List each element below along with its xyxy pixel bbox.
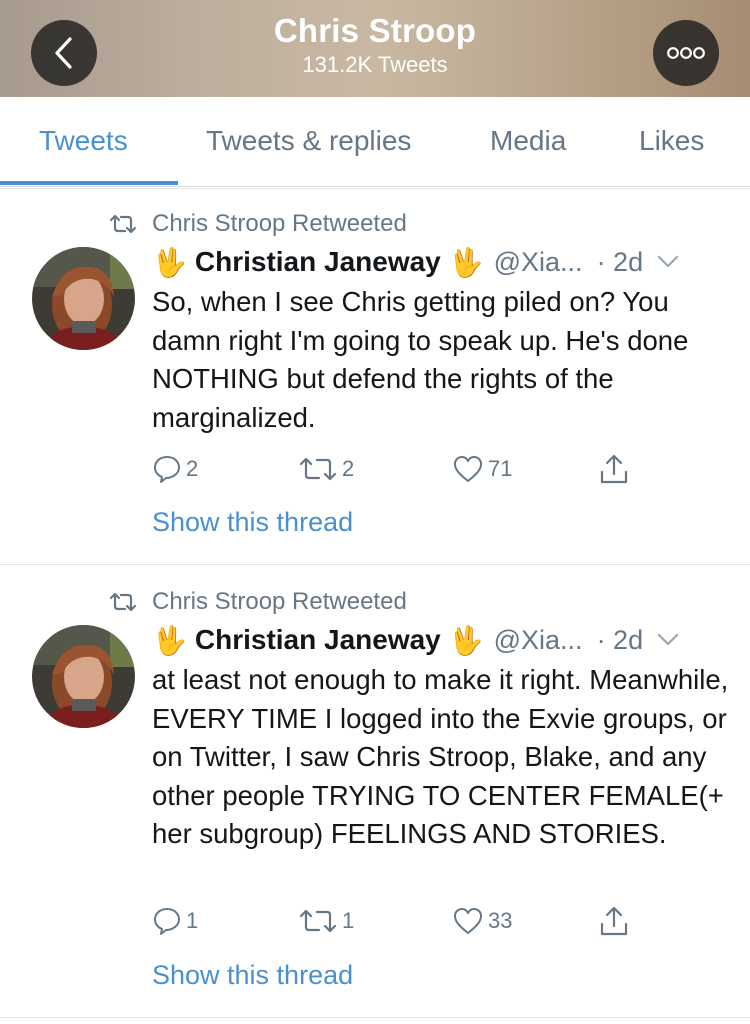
author-name[interactable]: Christian Janeway bbox=[195, 624, 441, 656]
tab-tweets[interactable]: Tweets bbox=[39, 125, 128, 157]
share-icon bbox=[600, 454, 628, 484]
share-button[interactable] bbox=[598, 901, 630, 941]
retweet-button[interactable]: 1 bbox=[298, 901, 354, 941]
retweet-button[interactable]: 2 bbox=[298, 449, 354, 489]
divider bbox=[0, 1017, 750, 1018]
retweet-context: Chris Stroop Retweeted bbox=[108, 209, 407, 239]
divider bbox=[0, 564, 750, 565]
retweet-icon bbox=[109, 214, 137, 234]
avatar[interactable] bbox=[32, 247, 135, 350]
vulcan-salute-emoji: 🖖 bbox=[152, 624, 187, 656]
tweet-text: at least not enough to make it right. Me… bbox=[152, 664, 729, 849]
vulcan-salute-emoji: 🖖 bbox=[152, 246, 187, 278]
retweet-icon bbox=[299, 457, 337, 481]
reply-count: 2 bbox=[186, 456, 199, 481]
tweet-author-row: 🖖 Christian Janeway 🖖 @Xia... · 2d bbox=[152, 242, 679, 282]
author-handle[interactable]: @Xia... bbox=[494, 247, 583, 278]
heart-icon bbox=[454, 908, 482, 934]
chevron-down-icon[interactable] bbox=[657, 255, 679, 269]
retweet-count: 2 bbox=[342, 456, 355, 481]
share-button[interactable] bbox=[598, 449, 630, 489]
reply-icon bbox=[154, 908, 180, 935]
reply-icon bbox=[154, 456, 180, 483]
profile-name: Chris Stroop bbox=[273, 12, 477, 49]
retweet-label: Chris Stroop Retweeted bbox=[152, 210, 407, 237]
reply-button[interactable]: 1 bbox=[152, 901, 198, 941]
show-thread-link[interactable]: Show this thread bbox=[152, 960, 353, 991]
retweet-label: Chris Stroop Retweeted bbox=[152, 588, 407, 615]
tweet-text: So, when I see Chris getting piled on? Y… bbox=[152, 286, 689, 433]
reply-count: 1 bbox=[186, 908, 199, 933]
reply-button[interactable]: 2 bbox=[152, 449, 198, 489]
retweet-count: 1 bbox=[342, 908, 355, 933]
like-count: 71 bbox=[488, 456, 513, 481]
avatar[interactable] bbox=[32, 625, 135, 728]
author-handle[interactable]: @Xia... bbox=[494, 625, 583, 656]
profile-tabs: Tweets Tweets & replies Media Likes bbox=[0, 97, 750, 187]
tweet-time[interactable]: · 2d bbox=[597, 247, 644, 278]
like-count: 33 bbox=[488, 908, 513, 933]
chevron-down-icon[interactable] bbox=[657, 633, 679, 647]
tab-tweets-replies[interactable]: Tweets & replies bbox=[206, 125, 411, 157]
retweet-icon bbox=[109, 592, 137, 612]
divider bbox=[0, 188, 750, 189]
author-name[interactable]: Christian Janeway bbox=[195, 246, 441, 278]
like-button[interactable]: 33 bbox=[452, 901, 512, 941]
tweet-time[interactable]: · 2d bbox=[597, 625, 644, 656]
retweet-icon bbox=[299, 909, 337, 933]
heart-icon bbox=[454, 456, 482, 482]
active-tab-indicator bbox=[0, 181, 178, 185]
tweet-author-row: 🖖 Christian Janeway 🖖 @Xia... · 2d bbox=[152, 620, 679, 660]
share-icon bbox=[600, 906, 628, 936]
vulcan-salute-emoji: 🖖 bbox=[448, 246, 484, 278]
tweet-card[interactable]: Chris Stroop Retweeted 🖖 Christian Janew… bbox=[0, 587, 750, 1007]
tweet-actions: 1 1 33 bbox=[152, 901, 652, 941]
tweet-actions: 2 2 71 bbox=[152, 449, 652, 489]
tweet-count: 131.2K Tweets bbox=[302, 52, 448, 77]
tab-likes[interactable]: Likes bbox=[639, 125, 704, 157]
vulcan-salute-emoji: 🖖 bbox=[448, 624, 484, 656]
more-dots-icon bbox=[667, 47, 705, 59]
profile-header: Chris Stroop 131.2K Tweets bbox=[0, 0, 750, 97]
show-thread-link[interactable]: Show this thread bbox=[152, 507, 353, 538]
more-button[interactable] bbox=[653, 20, 719, 86]
tab-media[interactable]: Media bbox=[490, 125, 566, 157]
retweet-context: Chris Stroop Retweeted bbox=[108, 587, 407, 617]
tweet-card[interactable]: Chris Stroop Retweeted 🖖 Christian Janew… bbox=[0, 209, 750, 564]
like-button[interactable]: 71 bbox=[452, 449, 512, 489]
